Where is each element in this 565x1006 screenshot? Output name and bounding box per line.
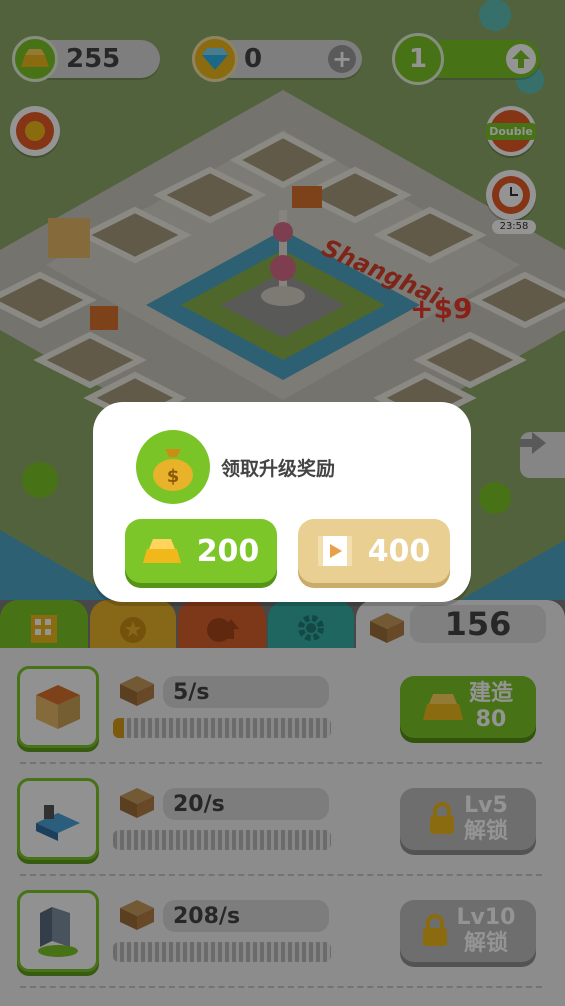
diamond-icon [192,36,238,82]
money-bag-icon: $ [136,430,210,504]
production-progress-bar [113,830,331,850]
gold-reward-amount: 200 [196,533,260,569]
watch-video-button[interactable]: 400 [298,519,450,583]
star-bag-icon [120,617,146,643]
double-label: Double [486,122,536,140]
video-play-icon [317,536,352,566]
timer-countdown: 23:58 [492,220,536,234]
unlock-level: Lv10 [456,905,516,930]
gear-icon [298,615,324,641]
svg-text:$: $ [167,466,180,487]
divider [20,986,542,988]
building-list: 5/s 建造 80 20/s Lv5 解锁 208/s Lv10 解锁 [0,648,565,1006]
production-rate: 20/s [163,788,329,820]
gold-bar-icon [12,36,58,82]
skyscraper-thumbnail[interactable] [17,890,99,972]
building-icon [31,615,57,643]
money-bag-up-icon [207,618,239,642]
level-number: 1 [408,44,428,74]
video-reward-amount: 400 [367,533,431,569]
list-item: 208/s Lv10 解锁 [0,880,565,990]
production-progress-bar [113,718,331,738]
timer-button[interactable] [486,170,536,220]
next-arrow-button[interactable] [520,432,565,478]
lock-icon [429,802,454,834]
crate-icon [370,613,404,643]
crate-icon [120,676,154,706]
unlock-label: 解锁 [463,931,508,956]
lock-icon [422,914,447,946]
claim-gold-button[interactable]: 200 [125,519,277,583]
production-rate: 5/s [163,676,329,708]
list-item: 20/s Lv5 解锁 [0,768,565,878]
arrow-right-icon [520,432,546,454]
income-float-text: +$9 [410,292,473,325]
gold-bars-icon [142,539,181,563]
add-diamonds-button[interactable]: + [328,45,356,73]
crate-icon [120,900,154,930]
unlock-button[interactable]: Lv10 解锁 [400,900,536,962]
unlock-level: Lv5 [464,793,508,818]
factory-thumbnail[interactable] [17,778,99,860]
crate-icon [120,788,154,818]
dialog-title: 领取升级奖励 [221,458,336,480]
build-button[interactable]: 建造 80 [400,676,536,738]
gold-bag-shop-button[interactable] [10,106,60,156]
gold-amount: 255 [66,44,121,74]
divider [20,874,542,876]
coin-bag-icon [16,112,54,150]
unlock-button[interactable]: Lv5 解锁 [400,788,536,850]
list-item: 5/s 建造 80 [0,656,565,766]
diamond-amount: 0 [244,44,263,74]
gold-bars-icon [422,694,463,720]
unlock-label: 解锁 [463,819,508,844]
divider [20,762,542,764]
build-cost: 80 [475,707,507,732]
clock-icon [492,176,530,214]
storage-count: 156 [410,605,546,643]
office-tower-thumbnail[interactable] [17,666,99,748]
build-label: 建造 [468,681,513,706]
level-up-arrow-icon [506,44,536,74]
upgrade-reward-dialog: $ 领取升级奖励 200 400 [93,402,471,602]
production-progress-bar [113,942,331,962]
production-rate: 208/s [163,900,329,932]
double-income-button[interactable]: Double [486,106,536,156]
level-badge: 1 [392,33,444,85]
